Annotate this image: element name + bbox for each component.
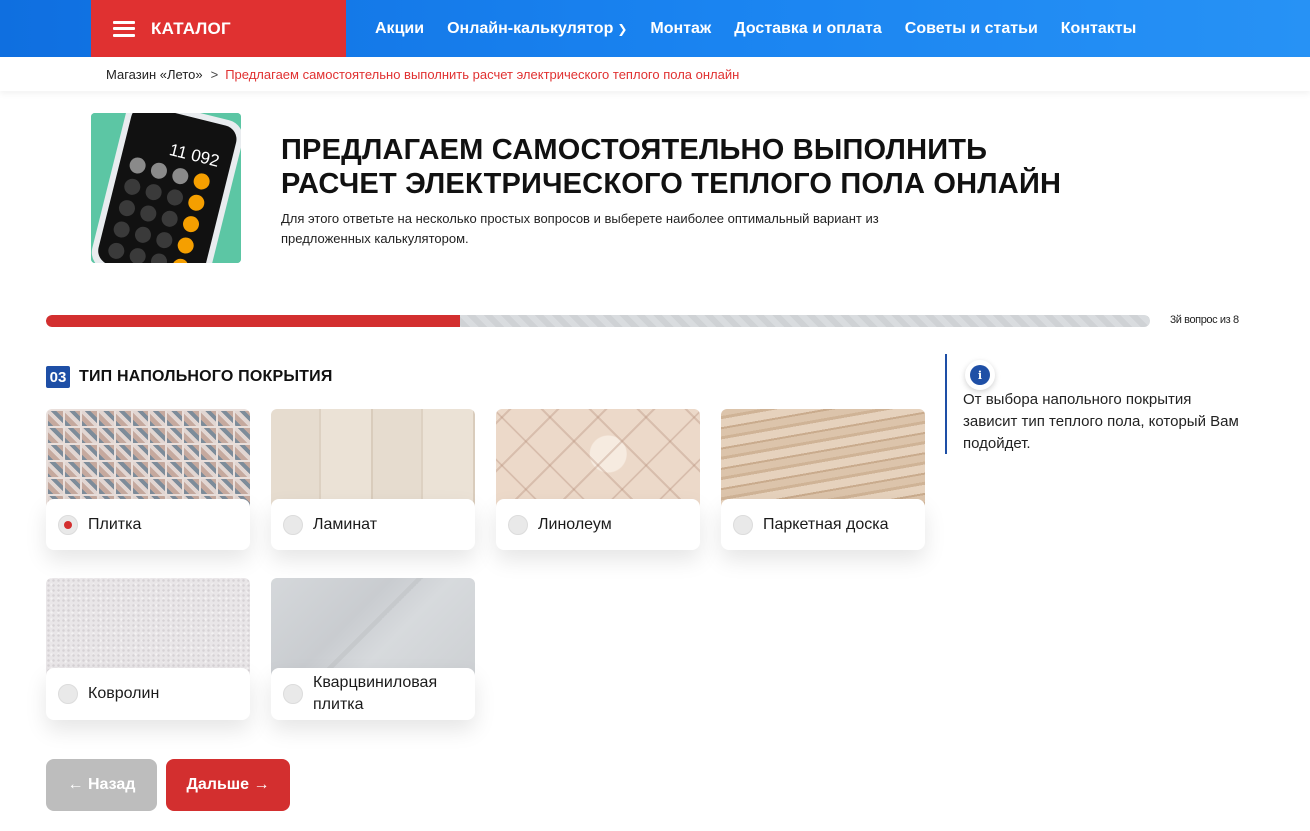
radio-button[interactable]	[283, 684, 303, 704]
linoleum-texture-image	[496, 409, 700, 509]
option-panel: Кварцвиниловая плитка	[271, 668, 475, 720]
carpet-texture-image	[46, 578, 250, 678]
nav-label: Акции	[375, 19, 425, 37]
top-navigation-bar: КАТАЛОГ Акции Онлайн-калькулятор ❯ Монтаж…	[0, 0, 1310, 57]
back-button[interactable]: ← Назад	[46, 759, 157, 811]
catalog-label: КАТАЛОГ	[151, 18, 231, 38]
next-button[interactable]: Дальше →	[166, 759, 290, 811]
option-label: Кварцвиниловая плитка	[313, 674, 438, 713]
page-subtitle: Для этого ответьте на несколько простых …	[281, 211, 879, 246]
quartz-vinyl-texture-image	[271, 578, 475, 678]
info-box: i От выбора напольного покрытия зависит …	[945, 354, 1245, 454]
breadcrumb-current[interactable]: Предлагаем самостоятельно выполнить расч…	[225, 67, 739, 82]
option-label: Паркетная доска	[763, 515, 889, 533]
nav-label: Онлайн-калькулятор	[447, 19, 614, 37]
radio-button[interactable]	[508, 514, 528, 535]
nav-label: Советы и статьи	[904, 19, 1038, 37]
nav-label: Контакты	[1060, 19, 1137, 37]
option-panel: Плитка	[46, 499, 250, 550]
nav-item-tips-articles[interactable]: Советы и статьи	[905, 20, 1038, 38]
parquet-texture-image	[721, 409, 925, 509]
option-label: Плитка	[88, 515, 142, 533]
radio-button-selected[interactable]	[58, 514, 78, 535]
catalog-button[interactable]: КАТАЛОГ	[91, 0, 346, 57]
nav-item-online-calculator[interactable]: Онлайн-калькулятор ❯	[447, 20, 627, 38]
nav-label: Монтаж	[650, 19, 712, 37]
question-number-badge: 03	[46, 366, 70, 388]
nav-label: Доставка и оплата	[734, 19, 882, 37]
breadcrumb-separator: >	[210, 67, 219, 82]
radio-button[interactable]	[58, 684, 78, 704]
info-icon-glyph: i	[970, 365, 990, 385]
question-heading: 03 ТИП НАПОЛЬНОГО ПОКРЫТИЯ	[46, 366, 333, 388]
calculator-phone-image: 11 092	[91, 113, 241, 263]
radio-button[interactable]	[283, 514, 303, 535]
progress-label: 3й вопрос из 8	[1170, 314, 1239, 326]
breadcrumb-bar: Магазин «Лето» > Предлагаем самостоятель…	[0, 57, 1310, 91]
option-label: Ковролин	[88, 685, 160, 702]
question-title: ТИП НАПОЛЬНОГО ПОКРЫТИЯ	[79, 368, 333, 385]
info-icon: i	[965, 360, 995, 390]
info-text: От выбора напольного покрытия зависит ти…	[963, 391, 1239, 452]
breadcrumb: Магазин «Лето» > Предлагаем самостоятель…	[106, 67, 739, 82]
main-nav: Акции Онлайн-калькулятор ❯ Монтаж Доставк…	[375, 0, 1159, 57]
option-panel: Ковролин	[46, 668, 250, 720]
page-title: ПРЕДЛАГАЕМ САМОСТОЯТЕЛЬНО ВЫПОЛНИТЬ РАСЧ…	[281, 134, 1062, 200]
laminate-texture-image	[271, 409, 475, 509]
nav-item-delivery-payment[interactable]: Доставка и оплата	[734, 20, 882, 38]
progress-bar-fill	[46, 315, 460, 327]
chevron-right-icon: ❯	[617, 21, 628, 36]
breadcrumb-home-link[interactable]: Магазин «Лето»	[106, 67, 203, 82]
option-panel: Паркетная доска	[721, 499, 925, 550]
nav-item-installation[interactable]: Монтаж	[650, 20, 711, 38]
tile-texture-image	[46, 409, 250, 509]
option-label: Ламинат	[313, 515, 378, 533]
nav-item-promotions[interactable]: Акции	[375, 20, 424, 38]
option-panel: Линолеум	[496, 499, 700, 550]
menu-icon	[113, 20, 135, 37]
option-panel: Ламинат	[271, 499, 475, 550]
option-label: Линолеум	[538, 515, 612, 533]
radio-button[interactable]	[733, 514, 753, 535]
progress-bar	[46, 315, 1150, 327]
nav-item-contacts[interactable]: Контакты	[1061, 20, 1136, 38]
